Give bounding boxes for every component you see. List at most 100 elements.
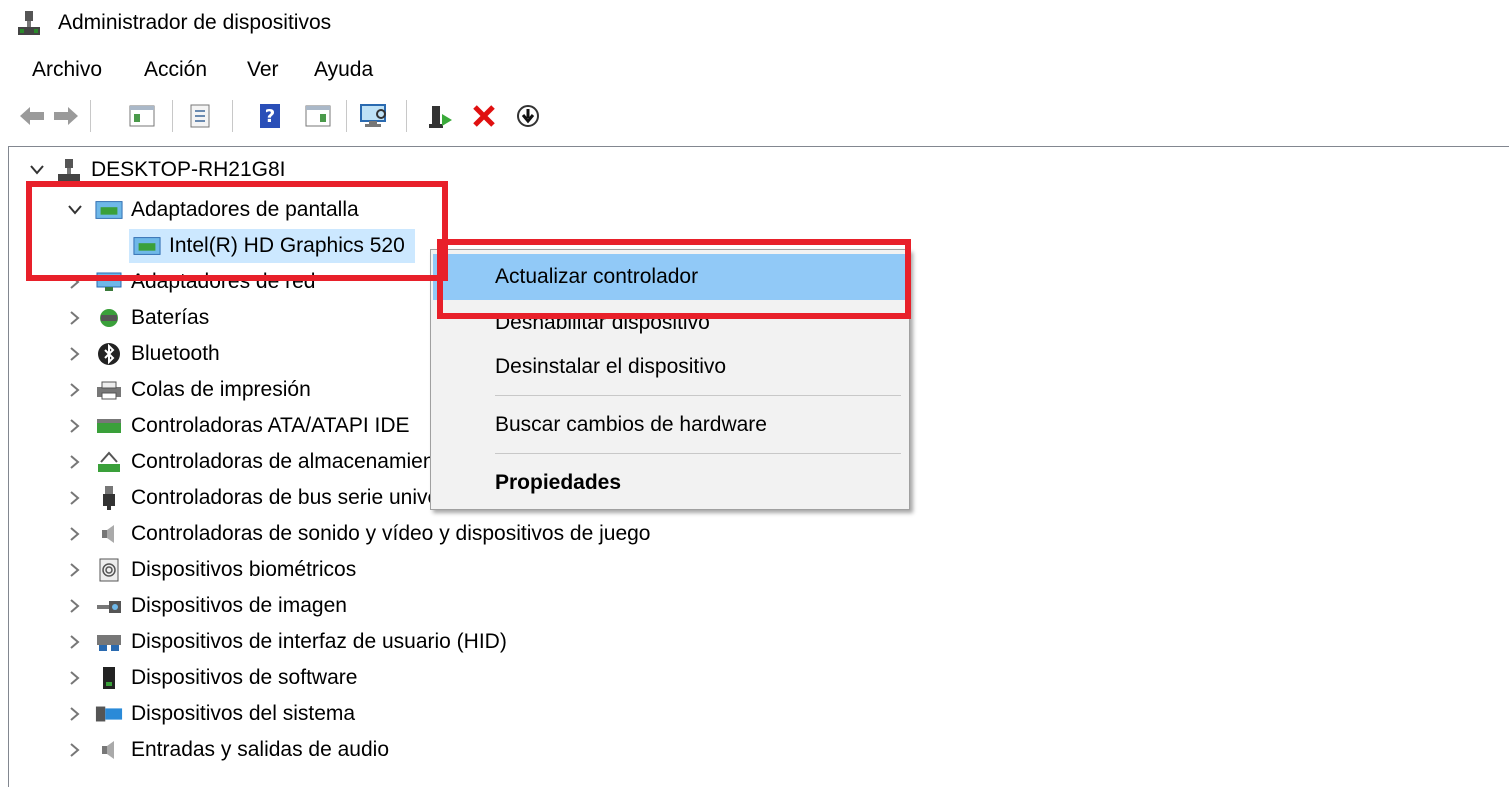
tree-device-intel-hd-graphics-520[interactable]: Intel(R) HD Graphics 520 [129, 229, 415, 263]
chevron-right-icon[interactable] [65, 488, 85, 508]
window-title: Administrador de dispositivos [58, 11, 332, 34]
toolbar-separator [90, 100, 91, 132]
tree-category[interactable]: Entradas y salidas de audio [65, 733, 389, 767]
display-adapter-icon [133, 233, 161, 259]
chevron-right-icon[interactable] [65, 344, 85, 364]
category-label: Colas de impresión [131, 378, 311, 401]
chevron-right-icon[interactable] [65, 380, 85, 400]
menu-item-desinstalar-dispositivo[interactable]: Desinstalar el dispositivo [433, 344, 907, 390]
tree-root[interactable]: DESKTOP-RH21G8I [27, 153, 286, 187]
category-label: Adaptadores de red [131, 270, 316, 293]
category-label: Dispositivos de software [131, 666, 358, 689]
category-label: Dispositivos biométricos [131, 558, 357, 581]
menu-item-buscar-cambios-hardware[interactable]: Buscar cambios de hardware [433, 402, 907, 448]
menu-item-actualizar-controlador[interactable]: Actualizar controlador [433, 254, 907, 300]
forward-icon[interactable] [50, 100, 82, 132]
context-menu: Actualizar controlador Deshabilitar disp… [430, 249, 910, 510]
menu-ver[interactable]: Ver [245, 56, 281, 84]
tree-category[interactable]: Controladoras de sonido y vídeo y dispos… [65, 517, 650, 551]
menu-ayuda[interactable]: Ayuda [312, 56, 375, 84]
category-label: Entradas y salidas de audio [131, 738, 389, 761]
bluetooth-icon [95, 341, 123, 367]
device-label: Intel(R) HD Graphics 520 [169, 234, 405, 257]
usb-icon [95, 485, 123, 511]
tree-category[interactable]: Dispositivos de interfaz de usuario (HID… [65, 625, 507, 659]
chevron-down-icon[interactable] [65, 200, 85, 220]
chevron-right-icon[interactable] [65, 416, 85, 436]
system-device-icon [95, 701, 123, 727]
category-label: Controladoras de almacenamiento [131, 450, 453, 473]
toolbar-separator [172, 100, 173, 132]
tree-category[interactable]: Colas de impresión [65, 373, 311, 407]
chevron-right-icon[interactable] [65, 668, 85, 688]
tree-category[interactable]: Baterías [65, 301, 209, 335]
show-hide-console-tree-icon[interactable] [126, 100, 158, 132]
toolbar: ? [0, 96, 1509, 136]
scan-hardware-icon[interactable] [358, 100, 390, 132]
tree-root-label: DESKTOP-RH21G8I [91, 158, 286, 181]
action-pane-icon[interactable] [302, 100, 334, 132]
tree-category[interactable]: Controladoras ATA/ATAPI IDE [65, 409, 410, 443]
menu-item-label: Propiedades [495, 471, 622, 494]
chevron-right-icon[interactable] [65, 632, 85, 652]
toolbar-separator [232, 100, 233, 132]
category-label: Bluetooth [131, 342, 220, 365]
menu-item-propiedades[interactable]: Propiedades [433, 460, 907, 506]
menu-separator [495, 453, 901, 454]
hid-icon [95, 629, 123, 655]
chevron-right-icon[interactable] [65, 452, 85, 472]
category-label: Controladoras de sonido y vídeo y dispos… [131, 522, 651, 545]
tree-category[interactable]: Controladoras de bus serie universal [65, 481, 473, 515]
chevron-down-icon[interactable] [27, 160, 47, 180]
camera-icon [95, 593, 123, 619]
tree-category[interactable]: Dispositivos del sistema [65, 697, 355, 731]
tree-category[interactable]: Dispositivos de software [65, 661, 357, 695]
chevron-right-icon[interactable] [65, 308, 85, 328]
category-label: Dispositivos de imagen [131, 594, 347, 617]
uninstall-icon[interactable] [468, 100, 500, 132]
toolbar-separator [346, 100, 347, 132]
disable-device-icon[interactable] [512, 100, 544, 132]
fingerprint-icon [95, 557, 123, 583]
tree-category[interactable]: Controladoras de almacenamiento [65, 445, 452, 479]
back-icon[interactable] [16, 100, 48, 132]
chevron-right-icon[interactable] [65, 704, 85, 724]
speaker-icon [95, 521, 123, 547]
menu-item-label: Actualizar controlador [495, 265, 699, 288]
software-device-icon [95, 665, 123, 691]
chevron-right-icon[interactable] [65, 272, 85, 292]
chevron-right-icon[interactable] [65, 524, 85, 544]
printer-icon [95, 377, 123, 403]
computer-icon [55, 157, 83, 183]
category-label: Controladoras de bus serie universal [131, 486, 474, 509]
menu-item-label: Desinstalar el dispositivo [495, 355, 727, 378]
tree-category[interactable]: Dispositivos de imagen [65, 589, 347, 623]
speaker-icon [95, 737, 123, 763]
menu-archivo[interactable]: Archivo [30, 56, 104, 84]
tree-category[interactable]: Adaptadores de red [65, 265, 315, 299]
device-manager-icon [14, 9, 44, 39]
category-label: Dispositivos del sistema [131, 702, 356, 725]
tree-category[interactable]: Dispositivos biométricos [65, 553, 356, 587]
menu-bar: Archivo Acción Ver Ayuda [0, 52, 1509, 88]
category-label: Adaptadores de pantalla [131, 198, 359, 221]
toolbar-separator [406, 100, 407, 132]
ide-controller-icon [95, 413, 123, 439]
chevron-right-icon[interactable] [65, 596, 85, 616]
properties-icon[interactable] [184, 100, 216, 132]
help-icon[interactable]: ? [254, 100, 286, 132]
menu-item-label: Buscar cambios de hardware [495, 413, 767, 436]
tree-category[interactable]: Bluetooth [65, 337, 220, 371]
title-bar: Administrador de dispositivos [0, 0, 1509, 48]
network-adapter-icon [95, 269, 123, 295]
chevron-right-icon[interactable] [65, 560, 85, 580]
chevron-right-icon[interactable] [65, 740, 85, 760]
category-label: Baterías [131, 306, 210, 329]
display-adapter-icon [95, 197, 123, 223]
storage-controller-icon [95, 449, 123, 475]
update-driver-icon[interactable] [424, 100, 456, 132]
category-label: Dispositivos de interfaz de usuario (HID… [131, 630, 507, 653]
tree-category-adaptadores-de-pantalla[interactable]: Adaptadores de pantalla [65, 193, 359, 227]
menu-accion[interactable]: Acción [142, 56, 209, 84]
menu-item-deshabilitar-dispositivo[interactable]: Deshabilitar dispositivo [433, 300, 907, 346]
